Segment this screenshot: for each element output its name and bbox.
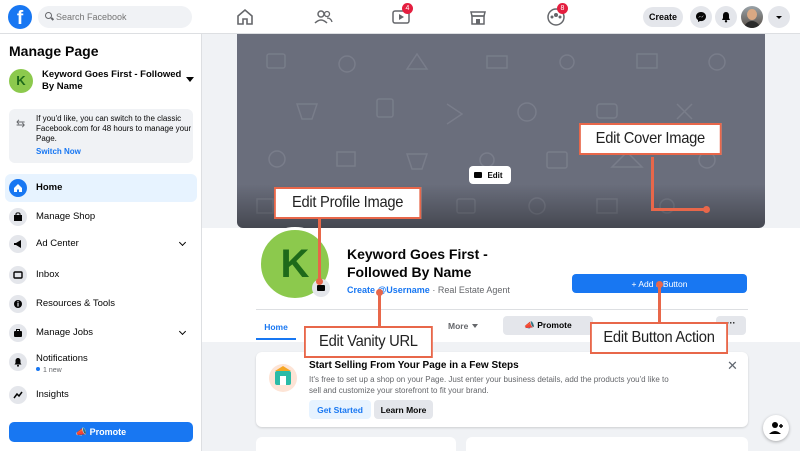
- promote-label: Promote: [537, 320, 572, 330]
- switch-arrows-icon: ⇆: [16, 118, 26, 130]
- page-switcher-caret-icon[interactable]: [186, 77, 194, 82]
- search-input[interactable]: [38, 6, 192, 28]
- groups-badge: 8: [557, 3, 568, 14]
- tab-home[interactable]: Home: [256, 314, 296, 340]
- nav-marketplace-icon[interactable]: [467, 6, 489, 28]
- page-avatar[interactable]: K: [9, 69, 33, 93]
- page-subtitle: Create @Username · Real Estate Agent: [347, 285, 510, 295]
- megaphone-icon: 📣: [524, 320, 538, 330]
- sidebar-title: Manage Page: [9, 43, 99, 59]
- sidebar-item-home[interactable]: Home: [5, 174, 197, 202]
- camera-icon: [474, 172, 482, 178]
- sidebar-item-ad-center[interactable]: Ad Center: [5, 230, 197, 258]
- sidebar-item-inbox[interactable]: Inbox: [5, 261, 197, 289]
- insights-chart-icon: [9, 386, 27, 404]
- nav-home-icon[interactable]: [234, 6, 256, 28]
- chevron-down-icon: [178, 238, 187, 247]
- user-avatar[interactable]: [741, 6, 763, 28]
- home-icon: [9, 179, 27, 197]
- classic-switch-text: If you'd like, you can switch to the cla…: [36, 114, 192, 143]
- megaphone-icon: [9, 235, 27, 253]
- promote-label: Promote: [89, 426, 127, 437]
- sidebar-item-resources-tools[interactable]: Resources & Tools: [5, 290, 197, 318]
- account-menu-chevron-icon[interactable]: [768, 6, 790, 28]
- new-chat-icon[interactable]: [763, 415, 789, 441]
- selling-card-title: Start Selling From Your Page in a Few St…: [309, 360, 519, 371]
- sidebar-promote-button[interactable]: 📣 Promote: [9, 422, 193, 442]
- cover-annotation-dot: [703, 206, 710, 213]
- sidebar-item-label: Insights: [36, 389, 69, 400]
- notifications-bell-icon[interactable]: [715, 6, 737, 28]
- sidebar-item-insights[interactable]: Insights: [5, 381, 197, 409]
- profile-annotation-dot: [316, 278, 323, 285]
- edit-vanity-url-callout: Edit Vanity URL: [304, 326, 433, 358]
- messenger-icon[interactable]: [690, 6, 712, 28]
- button-annotation-dot: [656, 281, 663, 288]
- invite-friends-card: [256, 437, 456, 451]
- facebook-logo[interactable]: f: [8, 5, 32, 29]
- learn-more-button[interactable]: Learn More: [374, 400, 433, 419]
- edit-profile-image-callout: Edit Profile Image: [274, 187, 422, 219]
- cover-annotation-line: [651, 157, 654, 210]
- selling-card-description: It's free to set up a shop on your Page.…: [309, 375, 669, 395]
- classic-switch-notice: ⇆ If you'd like, you can switch to the c…: [9, 109, 193, 163]
- create-username-link[interactable]: Create @Username: [347, 285, 430, 295]
- sidebar-item-notifications[interactable]: Notifications 1 new: [5, 348, 197, 380]
- header-divider: [256, 309, 748, 310]
- notifications-count: 1 new: [36, 367, 62, 374]
- edit-cover-image-callout: Edit Cover Image: [579, 123, 722, 155]
- sidebar-item-label: Home: [36, 182, 63, 193]
- bell-icon: [9, 353, 27, 371]
- info-icon: [9, 295, 27, 313]
- profile-annotation-line: [318, 218, 321, 282]
- cover-annotation-line: [651, 208, 706, 211]
- nav-friends-icon[interactable]: [312, 6, 334, 28]
- close-icon[interactable]: ✕: [727, 358, 738, 374]
- sidebar-item-label: Resources & Tools: [36, 298, 116, 309]
- button-annotation-line: [658, 285, 661, 325]
- sidebar-item-manage-shop[interactable]: Manage Shop: [5, 203, 197, 231]
- top-bar: f 4 8 Create: [0, 0, 800, 34]
- chevron-down-icon: [178, 327, 187, 336]
- watch-badge: 4: [402, 3, 413, 14]
- page-switcher-name[interactable]: Keyword Goes First - Followed By Name: [42, 69, 182, 93]
- inbox-icon: [9, 266, 27, 284]
- switch-now-link[interactable]: Switch Now: [36, 147, 81, 156]
- tab-more[interactable]: More: [448, 321, 478, 331]
- sidebar-item-label: Notifications: [36, 353, 88, 364]
- sidebar-item-label: Manage Shop: [36, 211, 96, 222]
- briefcase-icon: [9, 324, 27, 342]
- page-promote-button[interactable]: 📣 Promote: [503, 316, 593, 335]
- sidebar-item-label: Manage Jobs: [36, 327, 94, 338]
- sidebar-item-label: Inbox: [36, 269, 60, 280]
- vanity-annotation-dot: [376, 289, 383, 296]
- nav-groups-icon[interactable]: 8: [545, 3, 568, 28]
- search-icon: [45, 12, 52, 19]
- page-category: · Real Estate Agent: [429, 285, 510, 295]
- get-started-button[interactable]: Get Started: [309, 400, 371, 419]
- nav-watch-icon[interactable]: 4: [390, 3, 413, 28]
- start-selling-card: Start Selling From Your Page in a Few St…: [256, 352, 748, 427]
- page-title: Keyword Goes First - Followed By Name: [347, 246, 488, 280]
- manage-page-sidebar: Manage Page K Keyword Goes First - Follo…: [0, 34, 202, 451]
- sidebar-item-label: Ad Center: [36, 238, 79, 249]
- shop-illustration-icon: [269, 364, 297, 392]
- megaphone-icon: 📣: [75, 426, 90, 437]
- create-post-card: [466, 437, 748, 451]
- vanity-annotation-line: [378, 292, 381, 328]
- edit-button-action-callout: Edit Button Action: [590, 322, 728, 354]
- create-button[interactable]: Create: [643, 7, 683, 27]
- sidebar-item-manage-jobs[interactable]: Manage Jobs: [5, 319, 197, 347]
- shop-icon: [9, 208, 27, 226]
